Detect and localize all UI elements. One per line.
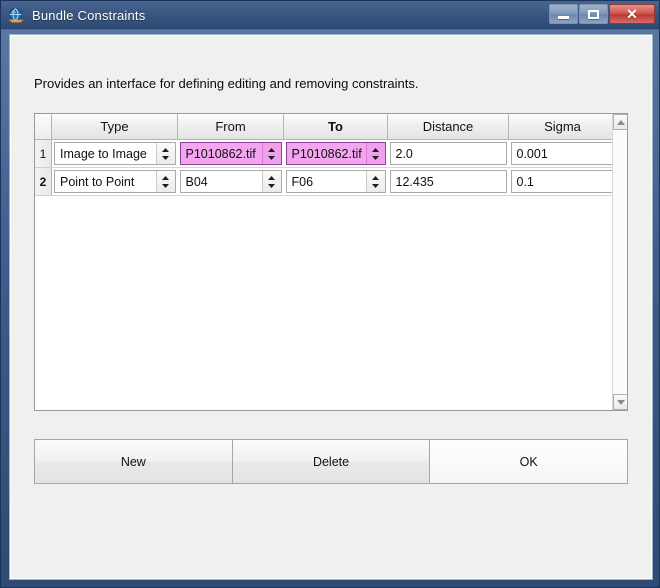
sigma-input[interactable]: 0.1 (510, 170, 615, 193)
column-header-from[interactable]: From (177, 114, 284, 140)
minimize-button[interactable] (549, 4, 578, 24)
from-combo[interactable]: B04 (179, 170, 282, 193)
new-button[interactable]: New (34, 439, 233, 484)
from-value: P1010862.tif (180, 143, 262, 164)
scroll-up-icon (616, 119, 625, 125)
distance-input[interactable]: 12.435 (389, 170, 507, 193)
to-combo[interactable]: P1010862.tif (285, 142, 386, 165)
description-text: Provides an interface for defining editi… (34, 76, 419, 91)
close-button[interactable]: ✕ (609, 4, 655, 24)
to-value: F06 (291, 174, 314, 189)
chevron-updown-icon[interactable] (155, 143, 175, 164)
cell-type[interactable]: Image to Image (51, 139, 178, 168)
type-value: Image to Image (60, 146, 147, 161)
type-combo[interactable]: Image to Image (54, 142, 176, 165)
ok-button[interactable]: OK (429, 439, 629, 484)
sigma-input[interactable]: 0.001 (510, 142, 615, 165)
cell-to[interactable]: P1010862.tif (283, 139, 388, 168)
constraints-grid: Type From To Distance Sigma 1 Image to I… (35, 114, 617, 196)
column-header-type[interactable]: Type (51, 114, 178, 140)
to-value: P1010862.tif (286, 143, 366, 164)
dialog-window: Bundle Constraints ✕ Provides an interfa… (0, 0, 660, 588)
constraints-table: Type From To Distance Sigma 1 Image to I… (34, 113, 628, 411)
chevron-updown-icon[interactable] (365, 143, 385, 164)
cell-sigma[interactable]: 0.1 (508, 167, 617, 196)
maximize-button[interactable] (579, 4, 608, 24)
scroll-down-icon (616, 399, 625, 405)
chevron-updown-icon[interactable] (261, 143, 281, 164)
table-row: 1 Image to Image P1010862.tif P1010862.t… (35, 139, 617, 168)
table-header-row: Type From To Distance Sigma (35, 114, 617, 140)
cell-to[interactable]: F06 (283, 167, 388, 196)
dialog-button-bar: New Delete OK (34, 439, 629, 484)
chevron-updown-icon[interactable] (365, 171, 385, 192)
table-row: 2 Point to Point B04 F06 12.435 0.1 (35, 167, 617, 196)
scroll-down-button[interactable] (613, 394, 627, 410)
minimize-icon (558, 15, 569, 19)
type-value: Point to Point (60, 174, 135, 189)
row-number[interactable]: 2 (35, 167, 52, 196)
restore-icon (588, 9, 599, 19)
row-number[interactable]: 1 (35, 139, 52, 168)
window-controls: ✕ (548, 3, 655, 25)
delete-button[interactable]: Delete (231, 439, 431, 484)
globe-icon (7, 7, 25, 25)
cell-from[interactable]: B04 (177, 167, 284, 196)
window-title: Bundle Constraints (32, 8, 146, 23)
close-icon: ✕ (626, 6, 638, 22)
cell-distance[interactable]: 12.435 (387, 167, 509, 196)
dialog-client-area: Provides an interface for defining editi… (9, 34, 653, 580)
cell-sigma[interactable]: 0.001 (508, 139, 617, 168)
from-value: B04 (185, 174, 208, 189)
column-header-distance[interactable]: Distance (387, 114, 509, 140)
title-bar[interactable]: Bundle Constraints ✕ (1, 1, 659, 30)
grid-corner (35, 114, 52, 140)
table-vertical-scrollbar[interactable] (612, 114, 627, 410)
column-header-sigma[interactable]: Sigma (508, 114, 617, 140)
cell-distance[interactable]: 2.0 (387, 139, 509, 168)
cell-from[interactable]: P1010862.tif (177, 139, 284, 168)
scrollbar-track[interactable] (613, 130, 627, 394)
scroll-up-button[interactable] (613, 114, 627, 130)
from-combo[interactable]: P1010862.tif (179, 142, 282, 165)
chevron-updown-icon[interactable] (261, 171, 281, 192)
chevron-updown-icon[interactable] (155, 171, 175, 192)
cell-type[interactable]: Point to Point (51, 167, 178, 196)
to-combo[interactable]: F06 (285, 170, 386, 193)
column-header-to[interactable]: To (283, 114, 388, 140)
distance-input[interactable]: 2.0 (389, 142, 507, 165)
type-combo[interactable]: Point to Point (54, 170, 176, 193)
